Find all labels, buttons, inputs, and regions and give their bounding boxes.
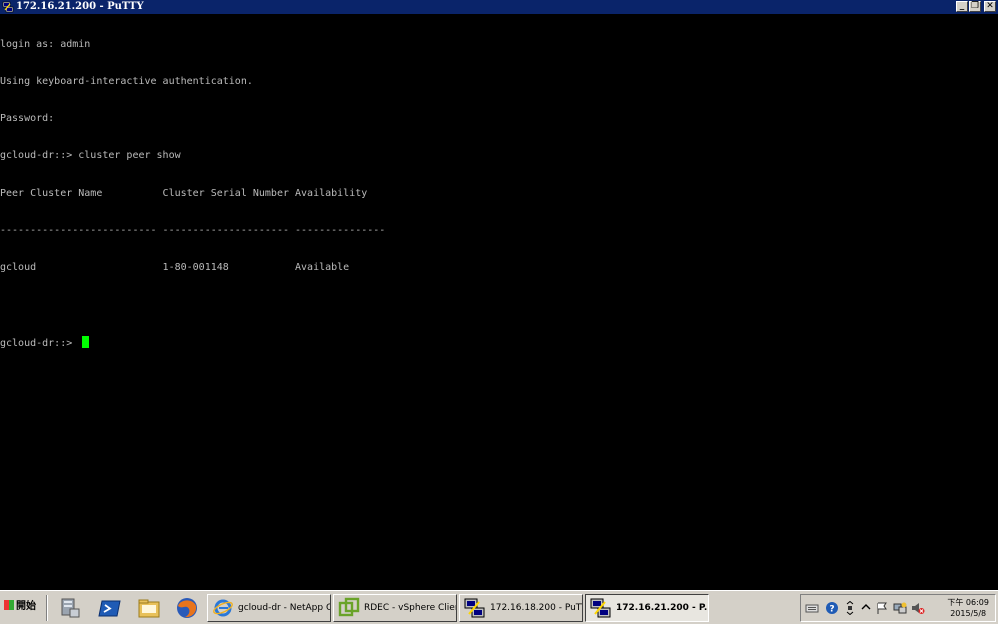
task-label: RDEC - vSphere Client [364,603,457,613]
task-label: gcloud-dr - NetApp O... [238,603,331,613]
start-label: 開始 [16,601,36,612]
taskbar: 開始 gcloud-dr - NetApp O... RDEC - vSpher… [0,590,998,624]
window-title: 172.16.21.200 - PuTTY [16,1,144,12]
explorer-folder-icon[interactable] [137,596,161,620]
internet-explorer-icon [213,599,233,617]
terminal-line: Peer Cluster Name Cluster Serial Number … [0,187,368,199]
start-button[interactable]: 開始 [2,595,42,619]
terminal-prompt-line: gcloud-dr::> [0,336,998,350]
svg-text:?: ? [829,605,834,615]
terminal-line: gcloud-dr::> cluster peer show [0,150,181,162]
window-title-bar[interactable]: 172.16.21.200 - PuTTY _ ❐ ✕ [0,0,998,14]
task-netapp-ie[interactable]: gcloud-dr - NetApp O... [207,594,331,622]
putty-icon [464,598,485,618]
putty-icon [590,598,611,618]
terminal-line: login as: admin [0,38,91,50]
vsphere-icon [338,597,360,617]
action-center-flag-icon[interactable] [875,601,889,615]
maximize-button[interactable]: ❐ [969,1,981,12]
terminal-output[interactable]: login as: admin Using keyboard-interacti… [0,14,998,590]
task-label: 172.16.18.200 - PuTTY [490,603,583,613]
taskbar-separator [46,595,48,621]
putty-icon [2,1,14,13]
clock-time: 下午 06:09 [947,598,989,607]
firefox-icon[interactable] [175,596,199,620]
clock-date: 2015/5/8 [950,609,987,618]
minimize-button[interactable]: _ [956,1,968,12]
taskbar-clock[interactable]: 下午 06:09 2015/5/8 [947,597,989,619]
terminal-line: Password: [0,113,55,125]
server-manager-icon[interactable] [58,596,82,620]
show-hidden-icons-icon[interactable] [859,601,873,615]
task-putty-18[interactable]: 172.16.18.200 - PuTTY [459,594,583,622]
terminal-prompt: gcloud-dr::> [0,338,79,350]
terminal-line: -------------------------- -------------… [0,224,386,236]
task-putty-21[interactable]: 172.16.21.200 - P... [585,594,709,622]
system-tray: ? 下午 06:09 2015/5/8 [800,594,996,622]
windows-logo-icon [4,600,14,610]
task-label: 172.16.21.200 - P... [616,603,709,613]
language-toggle-icon[interactable] [843,601,857,615]
terminal-line: Using keyboard-interactive authenticatio… [0,76,253,88]
task-vsphere[interactable]: RDEC - vSphere Client [333,594,457,622]
keyboard-icon[interactable] [805,601,819,615]
powershell-icon[interactable] [98,596,122,620]
close-button[interactable]: ✕ [984,1,996,12]
speaker-muted-icon[interactable] [911,601,925,615]
text-cursor [82,336,90,349]
help-icon[interactable]: ? [825,601,839,615]
terminal-line: gcloud 1-80-001148 Available [0,262,350,274]
network-icon[interactable] [893,601,907,615]
